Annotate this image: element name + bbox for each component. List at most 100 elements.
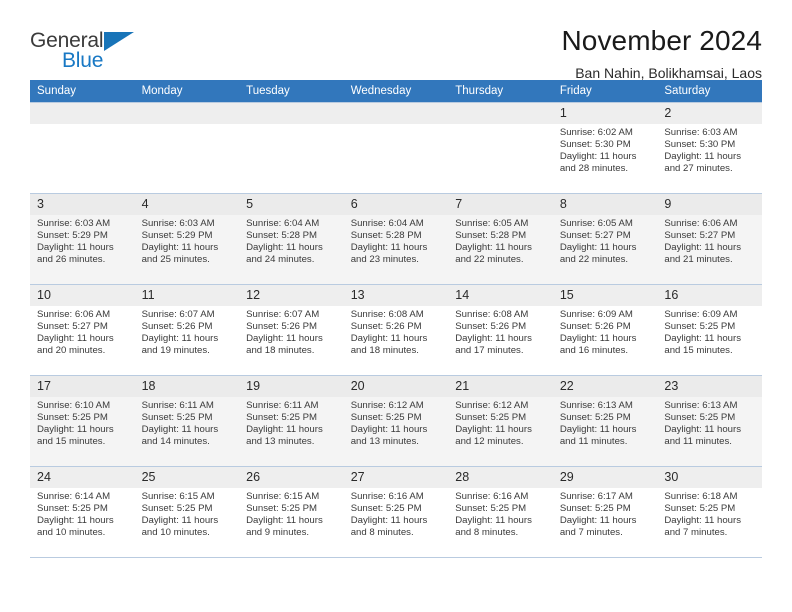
day-sun-info: Sunrise: 6:16 AM Sunset: 5:25 PM Daylight:… bbox=[344, 488, 449, 539]
day-number: 30 bbox=[657, 467, 762, 488]
day-cell-content bbox=[134, 103, 240, 193]
day-sun-info: Sunrise: 6:14 AM Sunset: 5:25 PM Daylight:… bbox=[30, 488, 135, 539]
calendar-day-cell[interactable]: 13 Sunrise: 6:08 AM Sunset: 5:26 PM Dayligh… bbox=[343, 284, 449, 376]
calendar-body: 1 Sunrise: 6:02 AM Sunset: 5:30 PM Daylight… bbox=[30, 102, 762, 558]
calendar-day-cell[interactable]: 26 Sunrise: 6:15 AM Sunset: 5:25 PM Dayligh… bbox=[239, 466, 344, 558]
sunset-text: Sunset: 5:25 PM bbox=[350, 503, 422, 515]
day-sun-info: Sunrise: 6:02 AM Sunset: 5:30 PM Daylight:… bbox=[553, 124, 658, 175]
day-cell-content: 3 Sunrise: 6:03 AM Sunset: 5:29 PM Daylight… bbox=[30, 194, 135, 284]
daylight-text: Daylight: 11 hours and 10 minutes. bbox=[37, 515, 114, 539]
day-number bbox=[343, 103, 449, 124]
calendar-day-cell[interactable]: 22 Sunrise: 6:13 AM Sunset: 5:25 PM Dayligh… bbox=[552, 375, 658, 467]
day-cell-content: 22 Sunrise: 6:13 AM Sunset: 5:25 PM Dayligh… bbox=[552, 376, 658, 466]
day-number: 18 bbox=[134, 376, 240, 397]
calendar-day-cell[interactable]: 10 Sunrise: 6:06 AM Sunset: 5:27 PM Dayligh… bbox=[30, 284, 135, 376]
day-sun-info: Sunrise: 6:17 AM Sunset: 5:25 PM Daylight:… bbox=[553, 488, 658, 539]
calendar-day-cell-empty[interactable] bbox=[30, 102, 135, 194]
daylight-text: Daylight: 11 hours and 7 minutes. bbox=[664, 515, 741, 539]
day-sun-info: Sunrise: 6:11 AM Sunset: 5:25 PM Daylight:… bbox=[239, 397, 344, 448]
day-cell-content: 6 Sunrise: 6:04 AM Sunset: 5:28 PM Daylight… bbox=[343, 194, 449, 284]
day-number: 12 bbox=[239, 285, 344, 306]
calendar-day-cell[interactable]: 5 Sunrise: 6:04 AM Sunset: 5:28 PM Daylight… bbox=[239, 193, 344, 285]
day-number bbox=[239, 103, 344, 124]
page-header: General Blue November 2024 Ban Nahin, Bo… bbox=[30, 0, 762, 81]
calendar-day-cell[interactable]: 3 Sunrise: 6:03 AM Sunset: 5:29 PM Daylight… bbox=[30, 193, 135, 285]
sunrise-text: Sunrise: 6:16 AM bbox=[350, 491, 424, 502]
sunrise-text: Sunrise: 6:15 AM bbox=[141, 491, 215, 502]
calendar-day-cell[interactable]: 2 Sunrise: 6:03 AM Sunset: 5:30 PM Daylight… bbox=[657, 102, 762, 194]
daylight-text: Daylight: 11 hours and 16 minutes. bbox=[559, 333, 637, 357]
day-cell-content: 14 Sunrise: 6:08 AM Sunset: 5:26 PM Dayligh… bbox=[448, 285, 553, 375]
calendar-day-cell[interactable]: 30 Sunrise: 6:18 AM Sunset: 5:25 PM Dayligh… bbox=[657, 466, 762, 558]
daylight-text: Daylight: 11 hours and 21 minutes. bbox=[664, 242, 741, 266]
day-number: 17 bbox=[30, 376, 135, 397]
day-cell-content: 1 Sunrise: 6:02 AM Sunset: 5:30 PM Daylight… bbox=[552, 103, 658, 193]
day-cell-content: 11 Sunrise: 6:07 AM Sunset: 5:26 PM Dayligh… bbox=[134, 285, 240, 375]
day-cell-content: 29 Sunrise: 6:17 AM Sunset: 5:25 PM Dayligh… bbox=[552, 467, 658, 557]
calendar-day-cell[interactable]: 9 Sunrise: 6:06 AM Sunset: 5:27 PM Daylight… bbox=[657, 193, 762, 285]
day-sun-info: Sunrise: 6:03 AM Sunset: 5:29 PM Daylight:… bbox=[135, 215, 240, 266]
calendar-day-cell[interactable]: 20 Sunrise: 6:12 AM Sunset: 5:25 PM Dayligh… bbox=[343, 375, 449, 467]
sunrise-text: Sunrise: 6:06 AM bbox=[37, 309, 111, 320]
day-number: 1 bbox=[552, 103, 658, 124]
calendar-day-cell-empty[interactable] bbox=[239, 102, 344, 194]
sunset-text: Sunset: 5:25 PM bbox=[664, 412, 736, 424]
calendar-day-cell[interactable]: 25 Sunrise: 6:15 AM Sunset: 5:25 PM Dayligh… bbox=[134, 466, 240, 558]
calendar-day-cell-empty[interactable] bbox=[448, 102, 553, 194]
sunset-text: Sunset: 5:30 PM bbox=[664, 139, 736, 151]
calendar-day-cell[interactable]: 21 Sunrise: 6:12 AM Sunset: 5:25 PM Dayligh… bbox=[448, 375, 553, 467]
calendar-day-cell[interactable]: 4 Sunrise: 6:03 AM Sunset: 5:29 PM Daylight… bbox=[134, 193, 240, 285]
daylight-text: Daylight: 11 hours and 11 minutes. bbox=[664, 424, 741, 448]
sunrise-text: Sunrise: 6:12 AM bbox=[455, 400, 529, 411]
calendar-day-cell[interactable]: 19 Sunrise: 6:11 AM Sunset: 5:25 PM Dayligh… bbox=[239, 375, 344, 467]
day-number: 13 bbox=[343, 285, 449, 306]
sunrise-text: Sunrise: 6:13 AM bbox=[664, 400, 738, 411]
calendar-day-cell[interactable]: 29 Sunrise: 6:17 AM Sunset: 5:25 PM Dayligh… bbox=[552, 466, 658, 558]
day-cell-content: 28 Sunrise: 6:16 AM Sunset: 5:25 PM Dayligh… bbox=[448, 467, 553, 557]
sunrise-text: Sunrise: 6:05 AM bbox=[455, 218, 529, 229]
day-cell-content: 10 Sunrise: 6:06 AM Sunset: 5:27 PM Dayligh… bbox=[30, 285, 135, 375]
calendar-day-cell[interactable]: 15 Sunrise: 6:09 AM Sunset: 5:26 PM Dayligh… bbox=[552, 284, 658, 376]
day-sun-info: Sunrise: 6:13 AM Sunset: 5:25 PM Daylight:… bbox=[657, 397, 762, 448]
calendar-day-cell[interactable]: 11 Sunrise: 6:07 AM Sunset: 5:26 PM Dayligh… bbox=[134, 284, 240, 376]
sunset-text: Sunset: 5:25 PM bbox=[246, 412, 318, 424]
calendar-week-row: 24 Sunrise: 6:14 AM Sunset: 5:25 PM Dayligh… bbox=[30, 466, 762, 558]
logo-triangle-icon bbox=[104, 32, 134, 51]
calendar-day-cell[interactable]: 6 Sunrise: 6:04 AM Sunset: 5:28 PM Daylight… bbox=[343, 193, 449, 285]
day-number: 11 bbox=[134, 285, 240, 306]
calendar-day-cell[interactable]: 12 Sunrise: 6:07 AM Sunset: 5:26 PM Dayligh… bbox=[239, 284, 344, 376]
sunrise-text: Sunrise: 6:04 AM bbox=[246, 218, 320, 229]
calendar-day-cell[interactable]: 7 Sunrise: 6:05 AM Sunset: 5:28 PM Daylight… bbox=[448, 193, 553, 285]
day-sun-info: Sunrise: 6:07 AM Sunset: 5:26 PM Daylight:… bbox=[135, 306, 240, 357]
calendar-day-cell[interactable]: 17 Sunrise: 6:10 AM Sunset: 5:25 PM Dayligh… bbox=[30, 375, 135, 467]
calendar-day-cell[interactable]: 28 Sunrise: 6:16 AM Sunset: 5:25 PM Dayligh… bbox=[448, 466, 553, 558]
calendar-day-cell[interactable]: 18 Sunrise: 6:11 AM Sunset: 5:25 PM Dayligh… bbox=[134, 375, 240, 467]
calendar-day-cell[interactable]: 23 Sunrise: 6:13 AM Sunset: 5:25 PM Dayligh… bbox=[657, 375, 762, 467]
calendar-day-cell[interactable]: 16 Sunrise: 6:09 AM Sunset: 5:25 PM Dayligh… bbox=[657, 284, 762, 376]
sunrise-text: Sunrise: 6:14 AM bbox=[37, 491, 111, 502]
calendar-day-cell[interactable]: 24 Sunrise: 6:14 AM Sunset: 5:25 PM Dayligh… bbox=[30, 466, 135, 558]
sunrise-text: Sunrise: 6:08 AM bbox=[455, 309, 529, 320]
day-cell-content: 4 Sunrise: 6:03 AM Sunset: 5:29 PM Daylight… bbox=[134, 194, 240, 284]
calendar-week-row: 1 Sunrise: 6:02 AM Sunset: 5:30 PM Daylight… bbox=[30, 102, 762, 194]
day-sun-info: Sunrise: 6:05 AM Sunset: 5:27 PM Daylight:… bbox=[553, 215, 658, 266]
page-subtitle: Ban Nahin, Bolikhamsai, Laos bbox=[575, 65, 762, 81]
calendar-day-cell-empty[interactable] bbox=[134, 102, 240, 194]
sunrise-text: Sunrise: 6:13 AM bbox=[559, 400, 633, 411]
day-sun-info: Sunrise: 6:03 AM Sunset: 5:30 PM Daylight:… bbox=[657, 124, 762, 175]
day-number: 14 bbox=[448, 285, 553, 306]
day-number: 15 bbox=[552, 285, 658, 306]
calendar-day-cell-empty[interactable] bbox=[343, 102, 449, 194]
calendar-week-row: 10 Sunrise: 6:06 AM Sunset: 5:27 PM Dayligh… bbox=[30, 284, 762, 376]
day-sun-info: Sunrise: 6:05 AM Sunset: 5:28 PM Daylight:… bbox=[448, 215, 553, 266]
calendar-day-cell[interactable]: 8 Sunrise: 6:05 AM Sunset: 5:27 PM Daylight… bbox=[552, 193, 658, 285]
sunrise-text: Sunrise: 6:17 AM bbox=[559, 491, 633, 502]
sunrise-text: Sunrise: 6:18 AM bbox=[664, 491, 738, 502]
day-cell-content: 17 Sunrise: 6:10 AM Sunset: 5:25 PM Dayligh… bbox=[30, 376, 135, 466]
sunrise-text: Sunrise: 6:03 AM bbox=[37, 218, 111, 229]
calendar-day-cell[interactable]: 27 Sunrise: 6:16 AM Sunset: 5:25 PM Dayligh… bbox=[343, 466, 449, 558]
calendar-day-cell[interactable]: 14 Sunrise: 6:08 AM Sunset: 5:26 PM Dayligh… bbox=[448, 284, 553, 376]
calendar-day-cell[interactable]: 1 Sunrise: 6:02 AM Sunset: 5:30 PM Daylight… bbox=[552, 102, 658, 194]
daylight-text: Daylight: 11 hours and 24 minutes. bbox=[246, 242, 323, 266]
general-blue-logo[interactable]: General Blue bbox=[30, 24, 150, 74]
